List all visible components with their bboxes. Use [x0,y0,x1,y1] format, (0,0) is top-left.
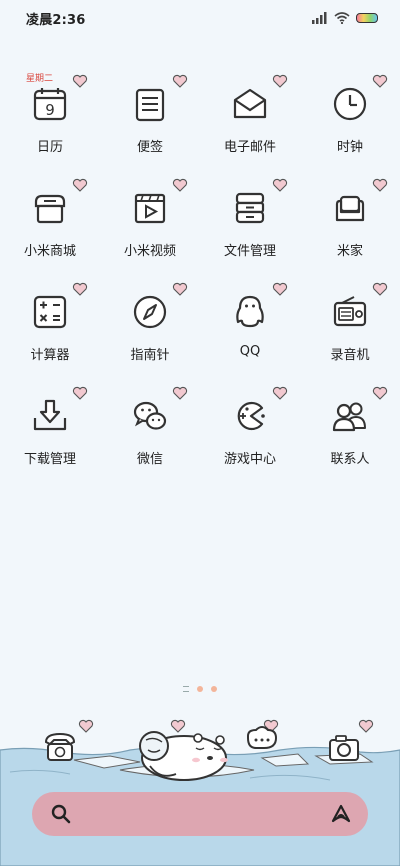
heart-icon [372,386,388,400]
xiaoai-assistant-icon[interactable] [330,803,352,825]
app-mijia[interactable]: 米家 [300,174,400,278]
heart-icon [272,178,288,192]
app-grid: 星期二 9 日历 便签 电子邮件 时钟 小米商城 小米视频 文件管理 米家 计算… [0,70,400,486]
app-game-center[interactable]: 游戏中心 [200,382,300,486]
app-label: 文件管理 [223,244,276,259]
compass-icon [128,290,172,334]
wifi-icon [334,12,350,24]
heart-icon [358,719,374,733]
heart-icon [172,282,188,296]
heart-icon [72,74,88,88]
app-file-manager[interactable]: 文件管理 [200,174,300,278]
sofa-icon [328,186,372,230]
battery-icon [356,13,378,23]
app-mi-video[interactable]: 小米视频 [100,174,200,278]
heart-icon [170,719,186,733]
page-indicator-dot[interactable] [211,686,217,692]
heart-icon [272,386,288,400]
status-bar: 凌晨2:36 [0,0,400,36]
app-label: 微信 [136,452,163,467]
app-label: 电子邮件 [223,140,276,155]
app-label: 下载管理 [23,452,76,467]
app-recorder[interactable]: 录音机 [300,278,400,382]
download-icon [28,394,72,438]
app-download-manager[interactable]: 下载管理 [0,382,100,486]
contacts-icon [328,394,372,438]
app-mi-store[interactable]: 小米商城 [0,174,100,278]
camera-icon[interactable] [329,735,359,761]
app-label: 计算器 [30,348,70,363]
file-cabinet-icon [228,186,272,230]
signal-icon [312,12,327,24]
app-notes[interactable]: 便签 [100,70,200,174]
messages-icon[interactable] [247,726,278,749]
app-label: 时钟 [336,140,363,155]
app-label: 米家 [336,244,363,259]
app-label: 小米视频 [123,244,176,259]
heart-icon [72,178,88,192]
heart-icon [372,178,388,192]
clock-icon [328,82,372,126]
app-label: 录音机 [330,348,370,363]
calendar-icon: 9 [28,82,72,126]
app-label: 便签 [136,140,163,155]
dock-scene [0,719,400,866]
app-label: 指南针 [130,348,170,363]
video-icon [128,186,172,230]
polar-bear-illustration [139,731,228,781]
page-indicator-dot[interactable] [197,686,203,692]
search-icon[interactable] [50,803,72,825]
heart-icon [272,282,288,296]
notes-icon [128,82,172,126]
app-label: 联系人 [330,452,370,467]
status-time: 凌晨2:36 [26,12,86,28]
wechat-icon [128,394,172,438]
qq-penguin-icon [228,290,272,334]
app-compass[interactable]: 指南针 [100,278,200,382]
app-contacts[interactable]: 联系人 [300,382,400,486]
page-indicator[interactable] [0,686,400,692]
calculator-icon [28,290,72,334]
app-qq[interactable]: QQ [200,278,300,382]
app-label: 日历 [36,140,63,155]
app-wechat[interactable]: 微信 [100,382,200,486]
heart-icon [172,178,188,192]
search-bar[interactable] [32,792,368,836]
pacman-icon [228,394,272,438]
heart-icon [172,386,188,400]
heart-icon [78,719,94,733]
app-label: QQ [239,344,261,359]
status-icons [312,12,378,24]
heart-icon [72,282,88,296]
phone-icon[interactable] [44,732,76,761]
app-label: 小米商城 [23,244,76,259]
heart-icon [172,74,188,88]
email-icon [228,82,272,126]
app-calculator[interactable]: 计算器 [0,278,100,382]
app-email[interactable]: 电子邮件 [200,70,300,174]
app-clock[interactable]: 时钟 [300,70,400,174]
heart-icon [372,74,388,88]
heart-icon [72,386,88,400]
page-indicator-list[interactable] [183,686,189,692]
radio-icon [328,290,372,334]
app-label: 游戏中心 [223,452,276,467]
svg-text:9: 9 [45,101,55,119]
heart-icon [372,282,388,296]
heart-icon [272,74,288,88]
store-icon [28,186,72,230]
app-calendar[interactable]: 星期二 9 日历 [0,70,100,174]
